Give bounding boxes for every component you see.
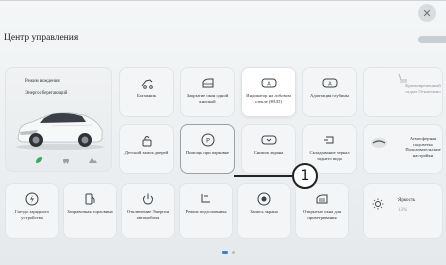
tile-label: Индикатор на лобовом стекле (HUD) — [246, 93, 291, 104]
tile-label: Отключение Энергии автомобиля — [126, 209, 170, 220]
child-lock-icon — [142, 135, 151, 146]
tile-power-off[interactable]: Отключение Энергии автомобиля — [121, 183, 175, 239]
top-divider — [0, 0, 446, 1]
callout-marker: 1 — [292, 163, 318, 189]
drive-mode-value: Энергосберегающий — [25, 91, 68, 96]
tile-trunk[interactable]: Багажник — [119, 67, 174, 117]
tile-hud[interactable]: A Индикатор на лобовом стекле (HUD) — [241, 67, 296, 117]
ambient-light-icon — [371, 138, 387, 148]
drive-mode-options — [35, 156, 97, 164]
tile-short-rest[interactable]: Кратковременный отдых Отключено — [363, 67, 443, 117]
drive-mode-label: Режим вождения — [25, 79, 60, 84]
page-dot[interactable] — [232, 251, 235, 254]
tile-close-windows[interactable]: Закрытие окон одной кнопкой — [180, 67, 235, 117]
drive-mode-card[interactable]: Режим вождения Энергосберегающий — [5, 67, 112, 172]
page-dot-active[interactable] — [222, 251, 228, 254]
depth-icon: A — [322, 78, 337, 88]
svg-text:A: A — [267, 82, 271, 88]
trunk-icon — [141, 79, 153, 89]
tile-headrest[interactable]: Режим подголовника — [179, 183, 233, 239]
window-icon — [202, 78, 213, 88]
tile-label: Атмосферная подсветка Пользовательские н… — [405, 136, 441, 159]
parking-assist-icon: P — [201, 133, 214, 147]
screenshot-icon — [261, 135, 276, 145]
mountain-icon[interactable] — [89, 156, 97, 164]
tile-label: Адаптация глубины — [310, 93, 349, 98]
power-icon — [143, 193, 153, 205]
tile-depth-adaptation[interactable]: A Адаптация глубины — [302, 67, 357, 117]
car-icon[interactable] — [62, 156, 70, 164]
car-image — [16, 112, 104, 150]
brightness-value: 13% — [398, 208, 408, 213]
close-icon: ✕ — [422, 6, 432, 20]
tile-label: Детский замок дверей — [124, 150, 169, 155]
tile-charging-port[interactable]: Гнездо зарядного устройства — [5, 183, 59, 239]
svg-text:A: A — [328, 82, 332, 88]
tile-ventilation[interactable]: Открытые окна для проветривания — [295, 183, 349, 239]
headrest-icon — [201, 194, 210, 203]
edit-handle[interactable] — [418, 36, 446, 43]
control-center-screen: ✕ Центр управления Режим вождения Энерго… — [0, 0, 446, 265]
tile-label: Запись экрана — [250, 209, 278, 214]
tile-label: Закрытие окон одной кнопкой — [186, 93, 229, 104]
tile-label: Багажник — [137, 93, 156, 98]
tile-label: Режим подголовника — [185, 209, 227, 214]
page-title: Центр управления — [4, 33, 79, 43]
tile-parking-assist[interactable]: P Помощь при парковке — [180, 124, 235, 174]
charging-port-icon — [25, 192, 39, 206]
ventilation-icon — [316, 194, 328, 204]
leaf-icon[interactable] — [35, 156, 43, 164]
callout-pointer — [234, 175, 294, 177]
svg-text:P: P — [206, 137, 210, 145]
close-button[interactable]: ✕ — [418, 4, 436, 22]
tile-label: Заправочная горловина — [67, 209, 113, 214]
page-indicator — [222, 251, 235, 254]
tile-label: Помощь при парковке — [185, 150, 230, 155]
tile-child-lock[interactable]: Детский замок дверей — [119, 124, 174, 174]
tile-label: Кратковременный отдых Отключено — [405, 83, 441, 94]
tile-label: Открытые окна для проветривания — [302, 209, 342, 220]
tile-ambient-light[interactable]: Атмосферная подсветка Пользовательские н… — [363, 124, 443, 174]
tile-fuel-filler[interactable]: Заправочная горловина — [63, 183, 117, 239]
tile-label: Гнездо зарядного устройства — [15, 209, 49, 220]
mirror-fold-icon — [323, 136, 333, 144]
tile-screenshot[interactable]: Снимок экрана — [241, 124, 296, 174]
record-icon — [257, 192, 271, 206]
brightness-slider[interactable]: Яркость 13% — [363, 183, 443, 239]
tile-label: Складывание зеркал заднего вида — [309, 150, 350, 161]
hud-icon: A — [261, 78, 276, 88]
tile-label: Снимок экрана — [253, 150, 284, 155]
brightness-label: Яркость — [398, 198, 416, 203]
fuel-icon — [85, 193, 95, 205]
tile-screen-record[interactable]: Запись экрана — [237, 183, 291, 239]
sun-icon — [372, 198, 384, 210]
